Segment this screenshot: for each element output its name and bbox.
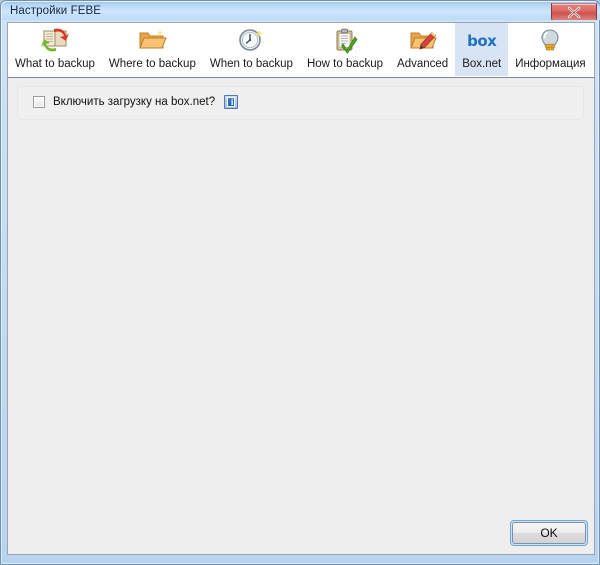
info-icon[interactable]: i xyxy=(224,95,239,109)
enable-upload-label: Включить загрузку на box.net? xyxy=(53,96,216,108)
ok-button-focus-ring: OK xyxy=(510,520,588,546)
tab-how-to-backup[interactable]: How to backup xyxy=(300,23,390,76)
tab-bar[interactable]: What to backup Where to backup When to b… xyxy=(7,22,595,77)
title-bar: Настройки FEBE xyxy=(2,2,600,20)
tab-label: How to backup xyxy=(306,58,384,70)
book-with-arrows-icon xyxy=(39,27,71,55)
box-logo-icon: box xyxy=(466,27,498,55)
box-logo-text: box xyxy=(467,32,497,50)
tab-information[interactable]: Информация xyxy=(508,23,592,76)
clipboard-check-icon xyxy=(329,27,361,55)
tab-when-to-backup[interactable]: When to backup xyxy=(203,23,300,76)
tab-label: When to backup xyxy=(209,58,293,70)
enable-upload-row: Включить загрузку на box.net? i xyxy=(33,95,239,109)
tab-label: Информация xyxy=(515,58,586,70)
tab-label: What to backup xyxy=(15,58,95,70)
info-icon-glyph: i xyxy=(230,97,234,107)
tab-label: Box.net xyxy=(462,58,502,70)
folder-icon xyxy=(136,27,168,55)
window-title: Настройки FEBE xyxy=(10,5,102,17)
folder-pencil-icon xyxy=(407,27,439,55)
clock-icon xyxy=(235,27,267,55)
tab-what-to-backup[interactable]: What to backup xyxy=(8,23,102,76)
tab-label: Where to backup xyxy=(108,58,196,70)
enable-upload-checkbox[interactable] xyxy=(33,96,45,108)
settings-window: Настройки FEBE What to backup Where to b… xyxy=(0,0,600,565)
close-button[interactable] xyxy=(551,3,597,20)
tab-where-to-backup[interactable]: Where to backup xyxy=(102,23,203,76)
lightbulb-icon xyxy=(534,27,566,55)
box-net-options-panel: Включить загрузку на box.net? i xyxy=(17,86,584,120)
ok-button[interactable]: OK xyxy=(512,522,586,544)
tab-box-net[interactable]: box Box.net xyxy=(455,23,509,76)
tab-panel-box-net: Включить загрузку на box.net? i OK xyxy=(7,77,595,555)
tab-label: Advanced xyxy=(397,58,449,70)
tab-advanced[interactable]: Advanced xyxy=(390,23,455,76)
